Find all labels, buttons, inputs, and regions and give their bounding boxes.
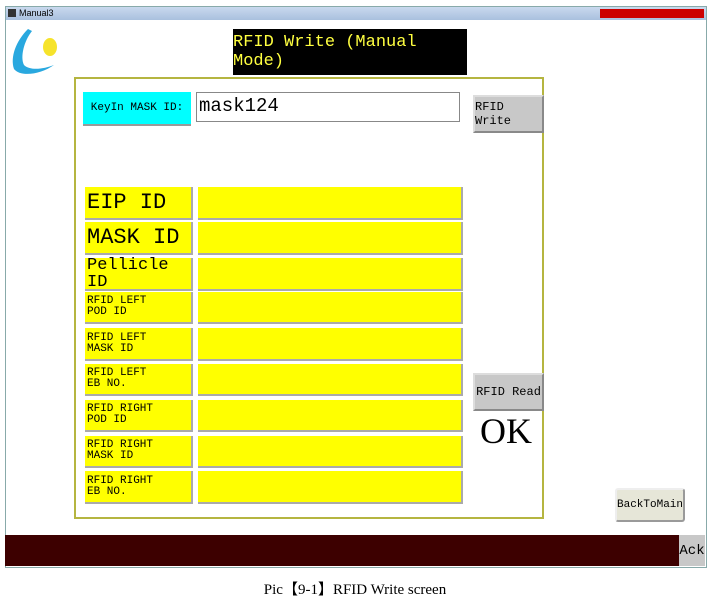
field-value	[198, 364, 463, 396]
rfid-read-button[interactable]: RFID Read	[473, 373, 544, 411]
title-bar: Manual3	[6, 7, 706, 20]
field-value	[198, 258, 463, 291]
field-label-line2: POD ID	[87, 414, 127, 426]
field-label-line2: EB NO.	[87, 378, 127, 390]
field-label: MASK ID	[85, 222, 193, 255]
field-label-line2: MASK ID	[87, 450, 134, 462]
mask-id-input[interactable]: mask124	[196, 92, 460, 122]
status-text: OK	[480, 411, 532, 451]
field-label: Pellicle ID	[85, 255, 193, 292]
field-label-line2: POD ID	[87, 306, 127, 318]
field-label-line1: RFID RIGHT	[87, 474, 154, 487]
window-title: Manual3	[19, 8, 54, 18]
field-value	[198, 292, 463, 324]
field-label-line2: EB NO.	[87, 485, 127, 498]
back-to-main-button[interactable]: BackToMain	[615, 488, 685, 522]
page-title: RFID Write (Manual Mode)	[233, 29, 467, 75]
ack-button[interactable]: Ack	[679, 535, 705, 566]
field-label: RFID RIGHT MASK ID	[85, 436, 193, 468]
keyin-mask-id-label: KeyIn MASK ID:	[83, 92, 191, 126]
alarm-indicator	[600, 9, 704, 18]
field-label-line1: Pellicle ID	[87, 255, 169, 292]
field-label: RFID LEFT MASK ID	[85, 328, 193, 361]
field-value	[198, 436, 463, 468]
field-label-line1: RFID LEFT	[87, 331, 147, 344]
rfid-write-button[interactable]: RFID Write	[473, 95, 544, 133]
company-logo	[12, 29, 57, 74]
field-value	[198, 187, 463, 220]
alarm-bar	[5, 535, 679, 566]
field-value	[198, 471, 463, 504]
app-icon	[8, 9, 16, 17]
field-label: RFID LEFT POD ID	[85, 292, 193, 324]
figure-caption: Pic【9-1】RFID Write screen	[263, 582, 447, 598]
field-label-line1: EIP ID	[87, 189, 167, 215]
field-value	[198, 222, 463, 255]
field-label: RFID LEFT EB NO.	[85, 364, 193, 396]
field-label: EIP ID	[85, 187, 193, 220]
field-label-line2: MASK ID	[87, 342, 134, 355]
field-value	[198, 400, 463, 432]
field-label: RFID RIGHT POD ID	[85, 400, 193, 432]
field-value	[198, 328, 463, 361]
field-label-line1: MASK ID	[87, 224, 180, 250]
field-label: RFID RIGHT EB NO.	[85, 471, 193, 504]
